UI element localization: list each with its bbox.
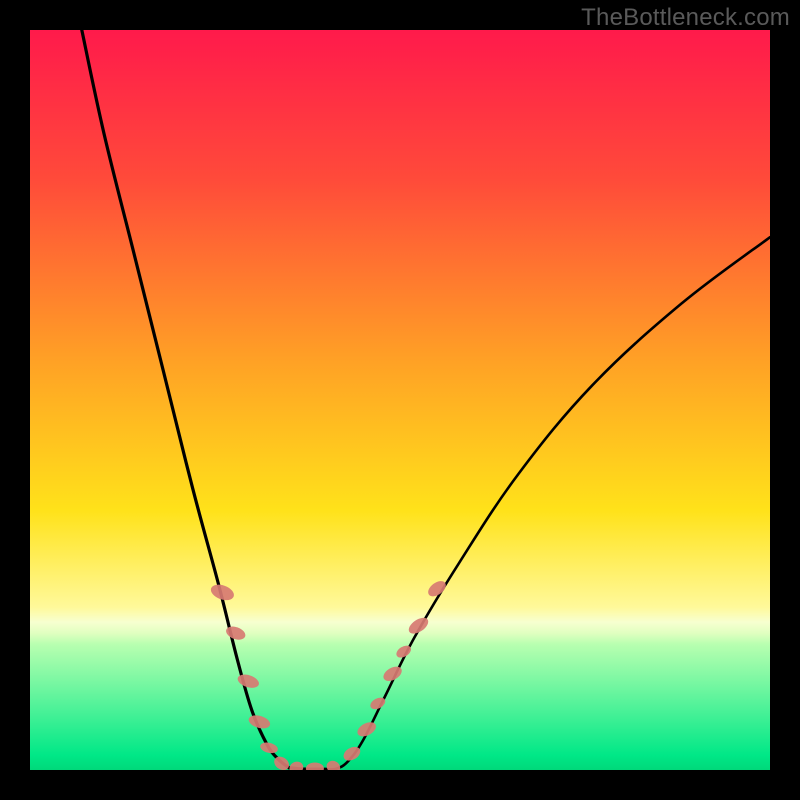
plot-area — [30, 30, 770, 770]
chart-frame: TheBottleneck.com — [0, 0, 800, 800]
chart-svg — [30, 30, 770, 770]
watermark-text: TheBottleneck.com — [581, 4, 790, 32]
gradient-background — [30, 30, 770, 770]
